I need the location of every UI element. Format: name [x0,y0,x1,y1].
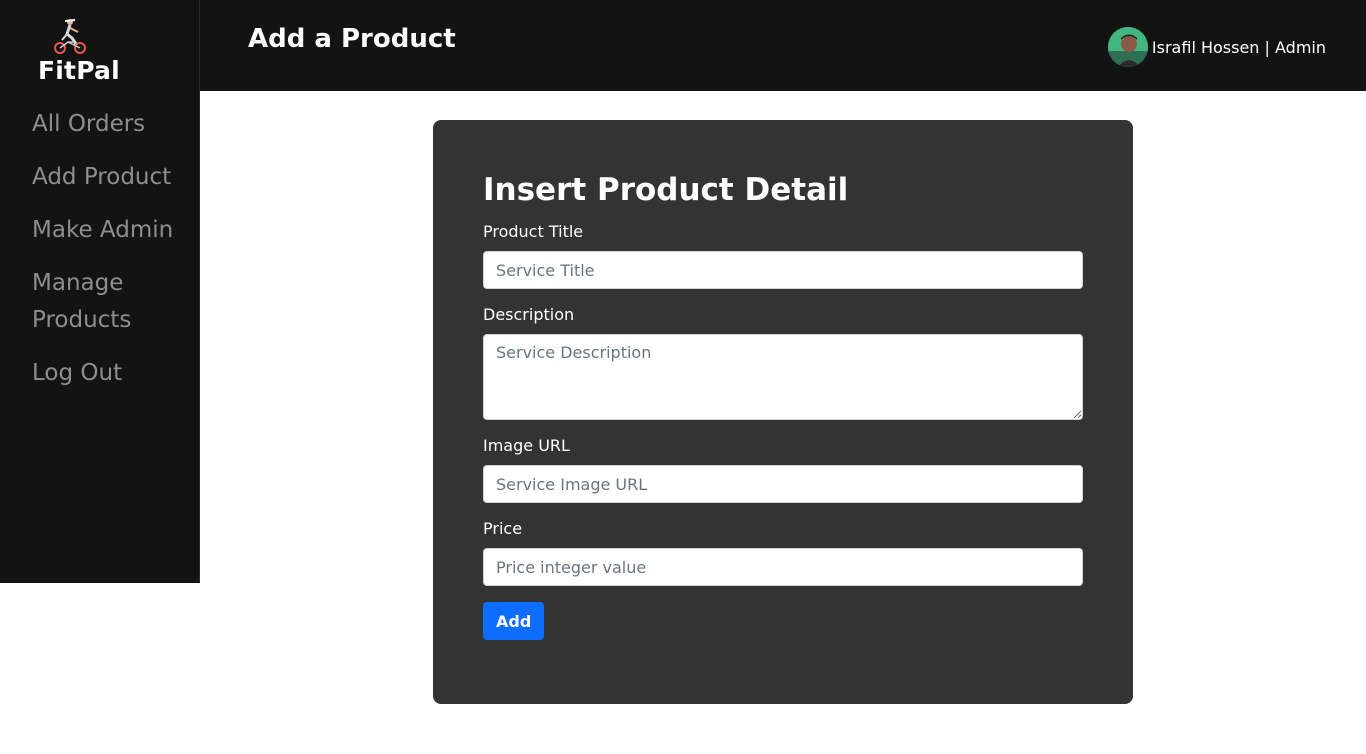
sidebar-nav: All Orders Add Product Make Admin Manage… [32,106,192,408]
sidebar-item-make-admin[interactable]: Make Admin [32,212,192,249]
brand-name: FitPal [38,56,120,85]
sidebar-item-log-out[interactable]: Log Out [32,355,192,392]
product-form-card: Insert Product Detail Product Title Desc… [433,120,1133,704]
sidebar-item-manage-products[interactable]: Manage Products [32,265,192,339]
add-button[interactable]: Add [483,602,545,640]
cyclist-icon [54,19,86,54]
description-label: Description [483,305,575,324]
brand[interactable]: FitPal [38,16,120,88]
sidebar-item-add-product[interactable]: Add Product [32,159,192,196]
add-product-form: Product Title Description Image URL Pric… [483,222,1083,640]
form-heading: Insert Product Detail [483,172,849,208]
product-title-label: Product Title [483,222,584,241]
image-url-label: Image URL [483,436,570,455]
topbar: Add a Product Israfil Hossen | Admin [200,0,1366,91]
product-title-input[interactable] [483,251,1083,289]
user-avatar-image [1107,27,1148,67]
user-menu[interactable]: Israfil Hossen | Admin [1107,27,1326,67]
price-input[interactable] [483,548,1083,586]
description-textarea[interactable] [483,334,1083,420]
sidebar-item-all-orders[interactable]: All Orders [32,106,192,143]
user-avatar[interactable] [1107,27,1148,67]
price-label: Price [483,519,523,538]
image-url-input[interactable] [483,465,1083,503]
user-name-label: Israfil Hossen | Admin [1151,37,1326,57]
sidebar: FitPal All Orders Add Product Make Admin… [0,0,200,583]
page-title: Add a Product [248,24,456,54]
